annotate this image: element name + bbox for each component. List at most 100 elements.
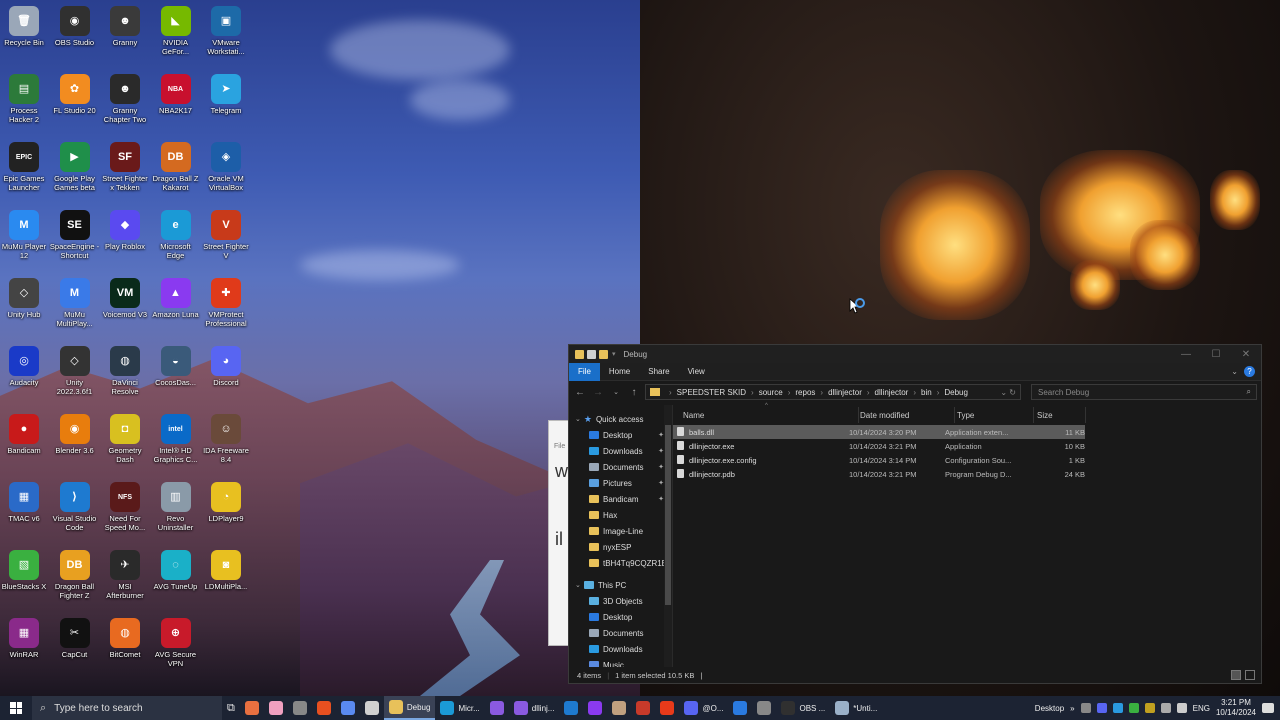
desktop-icon[interactable]: ◍ BitComet — [100, 615, 150, 681]
desktop-icon[interactable]: ▦ TMAC v6 — [0, 479, 49, 545]
file-row[interactable]: dllinjector.exe.config 10/14/2024 3:14 PM… — [673, 453, 1085, 467]
scrollbar-thumb[interactable] — [665, 425, 671, 605]
taskbar-app[interactable] — [583, 696, 607, 720]
desktop-icon[interactable]: ◆ Play Roblox — [100, 207, 150, 273]
desktop-icon[interactable]: ✂ CapCut — [50, 615, 100, 681]
chevron-down-icon[interactable]: ⌄ — [575, 581, 581, 589]
taskbar-app[interactable] — [360, 696, 384, 720]
desktop-icon[interactable]: ▣ VMware Workstati... — [201, 3, 251, 69]
up-arrow-icon[interactable]: ↑ — [627, 387, 641, 398]
desktop-icon[interactable]: ◇ Unity 2022.3.6f1 — [50, 343, 100, 409]
file-explorer-window[interactable]: ▾ Debug — ☐ ✕ File Home Share View ⌄ ? ←… — [568, 344, 1262, 684]
column-name[interactable]: Name — [683, 411, 704, 420]
breadcrumb-item[interactable]: bin — [921, 388, 932, 397]
expand-ribbon-icon[interactable]: ⌄ — [1231, 367, 1238, 376]
back-arrow-icon[interactable]: ← — [573, 387, 587, 398]
nav-this-pc[interactable]: ⌄ This PC — [569, 577, 672, 593]
taskbar-app[interactable] — [485, 696, 509, 720]
volume-icon[interactable] — [1176, 703, 1187, 713]
desktop-icon[interactable]: ◉ OBS Studio — [50, 3, 100, 69]
desktop-icon[interactable]: NFS Need For Speed Mo... — [100, 479, 150, 545]
desktop-icon[interactable]: DB Dragon Ball Z Kakarot — [151, 139, 201, 205]
breadcrumb-item[interactable]: Debug — [944, 388, 968, 397]
desktop-icon[interactable]: ◍ DaVinci Resolve — [100, 343, 150, 409]
breadcrumb-item[interactable]: repos — [795, 388, 815, 397]
network-icon[interactable] — [1160, 703, 1171, 713]
desktop-icon[interactable]: V Street Fighter V — [201, 207, 251, 273]
column-type[interactable]: Type — [957, 411, 974, 420]
desktop-icon[interactable]: ➤ Telegram — [201, 71, 251, 137]
nav-item[interactable]: Pictures ✦ — [569, 475, 672, 491]
nav-item[interactable]: Music — [569, 657, 672, 667]
taskbar-app[interactable] — [264, 696, 288, 720]
nav-item[interactable]: Desktop ✦ — [569, 427, 672, 443]
language-indicator[interactable]: ENG — [1193, 704, 1210, 713]
desktop-icon[interactable]: ◎ Audacity — [0, 343, 49, 409]
desktop-icon[interactable]: ◘ Geometry Dash — [100, 411, 150, 477]
file-row[interactable]: dllinjector.pdb 10/14/2024 3:21 PM Program… — [673, 467, 1085, 481]
nav-item[interactable]: Desktop — [569, 609, 672, 625]
column-date[interactable]: Date modified — [860, 411, 909, 420]
desktop-icon[interactable]: ◒ CocosDas... — [151, 343, 201, 409]
properties-icon[interactable] — [587, 349, 596, 359]
nav-item[interactable]: Bandicam ✦ — [569, 491, 672, 507]
clock[interactable]: 3:21 PM 10/14/2024 — [1216, 698, 1256, 718]
desktop-icon[interactable]: ▥ Revo Uninstaller — [151, 479, 201, 545]
desktop-icon[interactable]: DB Dragon Ball Fighter Z — [50, 547, 100, 613]
taskbar-app[interactable] — [655, 696, 679, 720]
tab-share[interactable]: Share — [639, 363, 678, 381]
chevron-down-icon[interactable]: ⌄ — [575, 415, 581, 423]
breadcrumb-item[interactable]: dllinjector — [875, 388, 909, 397]
file-row[interactable]: dllinjector.exe 10/14/2024 3:21 PM Applica… — [673, 439, 1085, 453]
start-button[interactable] — [0, 696, 32, 720]
window-titlebar[interactable]: ▾ Debug — ☐ ✕ — [569, 345, 1261, 363]
desktop-icon[interactable]: ● Bandicam — [0, 411, 49, 477]
desktop-icon[interactable]: ◕ Discord — [201, 343, 251, 409]
nav-item[interactable]: nyxESP — [569, 539, 672, 555]
nav-item[interactable]: 3D Objects — [569, 593, 672, 609]
desktop-icon[interactable]: ✈ MSI Afterburner — [100, 547, 150, 613]
task-view-button[interactable]: ⧉ — [222, 696, 240, 720]
nav-item[interactable]: Documents ✦ — [569, 459, 672, 475]
taskbar-app[interactable]: dllinj... — [509, 696, 560, 720]
nav-item[interactable]: Documents — [569, 625, 672, 641]
toolbar-expand-icon[interactable]: » — [1070, 704, 1074, 713]
taskbar-app[interactable]: Micr... — [435, 696, 484, 720]
desktop-icon[interactable]: ◉ Blender 3.6 — [50, 411, 100, 477]
desktop-icon[interactable]: M MuMu Player 12 — [0, 207, 49, 273]
taskbar-app[interactable]: @O... — [679, 696, 728, 720]
navigation-pane[interactable]: ⌄ ★ Quick access Desktop ✦ Downloads ✦ Docum… — [569, 405, 673, 667]
desktop-icon[interactable]: SE SpaceEngine - Shortcut — [50, 207, 100, 273]
desktop-icon[interactable]: e Microsoft Edge — [151, 207, 201, 273]
discord-tray-icon[interactable] — [1096, 703, 1107, 713]
breadcrumb-item[interactable]: dllinjector — [828, 388, 862, 397]
taskbar-app[interactable] — [312, 696, 336, 720]
chevron-down-icon[interactable]: ▾ — [612, 350, 616, 358]
tab-file[interactable]: File — [569, 362, 600, 381]
taskbar-app[interactable] — [240, 696, 264, 720]
column-size[interactable]: Size — [1037, 411, 1053, 420]
desktop-icon[interactable]: 🗑 Recycle Bin — [0, 3, 49, 69]
nav-item[interactable]: Downloads — [569, 641, 672, 657]
desktop-toolbar-label[interactable]: Desktop — [1035, 704, 1064, 713]
desktop-icon[interactable]: ▧ BlueStacks X — [0, 547, 49, 613]
large-icons-view-button[interactable] — [1245, 670, 1255, 680]
search-input[interactable]: Search Debug ⌕ — [1031, 384, 1257, 400]
file-row[interactable]: balls.dll 10/14/2024 3:20 PM Application e… — [673, 425, 1085, 439]
desktop-icon[interactable]: ☻ Granny Chapter Two — [100, 71, 150, 137]
close-button[interactable]: ✕ — [1231, 345, 1261, 363]
minimize-button[interactable]: — — [1171, 345, 1201, 363]
recent-locations-icon[interactable]: ⌄ — [609, 388, 623, 396]
breadcrumb-item[interactable]: source — [759, 388, 783, 397]
desktop-icon[interactable]: ✿ FL Studio 20 — [50, 71, 100, 137]
desktop-icon[interactable]: ☺ IDA Freeware 8.4 — [201, 411, 251, 477]
desktop-icon[interactable]: SF Street Fighter x Tekken — [100, 139, 150, 205]
desktop-icon[interactable]: ▶ Google Play Games beta — [50, 139, 100, 205]
desktop-icon[interactable]: ▤ Process Hacker 2 — [0, 71, 49, 137]
taskbar-app[interactable] — [336, 696, 360, 720]
desktop-icon[interactable]: NBA NBA2K17 — [151, 71, 201, 137]
desktop-icon[interactable]: ◔ LDPlayer9 — [201, 479, 251, 545]
background-window[interactable]: File w il — [548, 420, 570, 646]
tab-view[interactable]: View — [679, 363, 714, 381]
tab-home[interactable]: Home — [600, 363, 639, 381]
